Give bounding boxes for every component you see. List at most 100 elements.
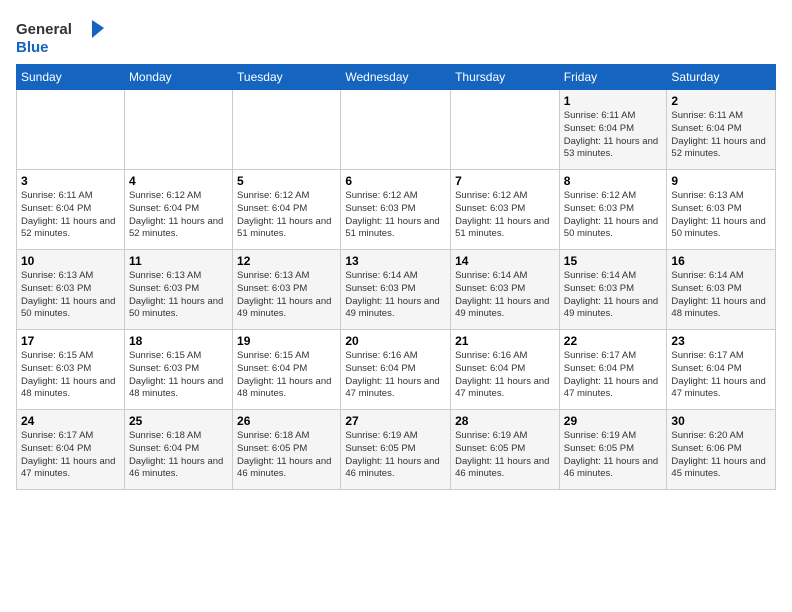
day-info: Sunrise: 6:17 AM Sunset: 6:04 PM Dayligh… <box>671 350 771 401</box>
day-info: Sunrise: 6:11 AM Sunset: 6:04 PM Dayligh… <box>564 110 663 161</box>
day-number: 21 <box>455 334 555 348</box>
calendar-cell: 27 Sunrise: 6:19 AM Sunset: 6:05 PM Dayli… <box>341 410 451 490</box>
weekday-header-wednesday: Wednesday <box>341 65 451 90</box>
calendar-cell: 5 Sunrise: 6:12 AM Sunset: 6:04 PM Daylig… <box>233 170 341 250</box>
day-number: 4 <box>129 174 228 188</box>
calendar-cell: 10Sunrise: 6:13 AM Sunset: 6:03 PM Dayli… <box>17 250 125 330</box>
calendar-cell: 28 Sunrise: 6:19 AM Sunset: 6:05 PM Dayli… <box>451 410 560 490</box>
calendar-cell: 23 Sunrise: 6:17 AM Sunset: 6:04 PM Dayli… <box>667 330 776 410</box>
calendar-cell: 20Sunrise: 6:16 AM Sunset: 6:04 PM Dayli… <box>341 330 451 410</box>
calendar-week-2: 3 Sunrise: 6:11 AM Sunset: 6:04 PM Daylig… <box>17 170 776 250</box>
weekday-header-friday: Friday <box>559 65 667 90</box>
weekday-header-thursday: Thursday <box>451 65 560 90</box>
day-number: 13 <box>345 254 446 268</box>
calendar-cell <box>233 90 341 170</box>
day-number: 29 <box>564 414 663 428</box>
day-info: Sunrise: 6:18 AM Sunset: 6:05 PM Dayligh… <box>237 430 336 481</box>
day-info: Sunrise: 6:14 AM Sunset: 6:03 PM Dayligh… <box>345 270 446 321</box>
day-info: Sunrise: 6:14 AM Sunset: 6:03 PM Dayligh… <box>671 270 771 321</box>
calendar-body: 1 Sunrise: 6:11 AM Sunset: 6:04 PM Daylig… <box>17 90 776 490</box>
day-number: 30 <box>671 414 771 428</box>
calendar-cell: 15 Sunrise: 6:14 AM Sunset: 6:03 PM Dayli… <box>559 250 667 330</box>
day-info: Sunrise: 6:17 AM Sunset: 6:04 PM Dayligh… <box>564 350 663 401</box>
calendar-week-4: 17Sunrise: 6:15 AM Sunset: 6:03 PM Dayli… <box>17 330 776 410</box>
logo: General Blue <box>16 16 106 56</box>
calendar-cell: 26Sunrise: 6:18 AM Sunset: 6:05 PM Dayli… <box>233 410 341 490</box>
weekday-header-monday: Monday <box>124 65 232 90</box>
calendar-cell: 21 Sunrise: 6:16 AM Sunset: 6:04 PM Dayli… <box>451 330 560 410</box>
calendar-cell: 25 Sunrise: 6:18 AM Sunset: 6:04 PM Dayli… <box>124 410 232 490</box>
day-info: Sunrise: 6:18 AM Sunset: 6:04 PM Dayligh… <box>129 430 228 481</box>
day-number: 18 <box>129 334 228 348</box>
day-number: 25 <box>129 414 228 428</box>
calendar-cell: 12 Sunrise: 6:13 AM Sunset: 6:03 PM Dayli… <box>233 250 341 330</box>
day-number: 7 <box>455 174 555 188</box>
weekday-header-tuesday: Tuesday <box>233 65 341 90</box>
calendar-cell: 22Sunrise: 6:17 AM Sunset: 6:04 PM Dayli… <box>559 330 667 410</box>
day-number: 12 <box>237 254 336 268</box>
weekday-header-saturday: Saturday <box>667 65 776 90</box>
day-info: Sunrise: 6:17 AM Sunset: 6:04 PM Dayligh… <box>21 430 120 481</box>
day-info: Sunrise: 6:19 AM Sunset: 6:05 PM Dayligh… <box>455 430 555 481</box>
day-info: Sunrise: 6:16 AM Sunset: 6:04 PM Dayligh… <box>455 350 555 401</box>
calendar-cell: 16 Sunrise: 6:14 AM Sunset: 6:03 PM Dayli… <box>667 250 776 330</box>
calendar-header-row: SundayMondayTuesdayWednesdayThursdayFrid… <box>17 65 776 90</box>
day-number: 3 <box>21 174 120 188</box>
day-info: Sunrise: 6:12 AM Sunset: 6:04 PM Dayligh… <box>237 190 336 241</box>
calendar-cell: 18 Sunrise: 6:15 AM Sunset: 6:03 PM Dayli… <box>124 330 232 410</box>
day-info: Sunrise: 6:15 AM Sunset: 6:03 PM Dayligh… <box>21 350 120 401</box>
day-number: 24 <box>21 414 120 428</box>
calendar-cell <box>124 90 232 170</box>
calendar-cell: 19 Sunrise: 6:15 AM Sunset: 6:04 PM Dayli… <box>233 330 341 410</box>
day-info: Sunrise: 6:20 AM Sunset: 6:06 PM Dayligh… <box>671 430 771 481</box>
calendar-cell <box>341 90 451 170</box>
calendar-cell: 13 Sunrise: 6:14 AM Sunset: 6:03 PM Dayli… <box>341 250 451 330</box>
day-number: 20 <box>345 334 446 348</box>
calendar-cell: 2Sunrise: 6:11 AM Sunset: 6:04 PM Daylig… <box>667 90 776 170</box>
day-info: Sunrise: 6:12 AM Sunset: 6:03 PM Dayligh… <box>455 190 555 241</box>
day-number: 6 <box>345 174 446 188</box>
day-info: Sunrise: 6:19 AM Sunset: 6:05 PM Dayligh… <box>345 430 446 481</box>
calendar-cell: 9 Sunrise: 6:13 AM Sunset: 6:03 PM Daylig… <box>667 170 776 250</box>
day-number: 8 <box>564 174 663 188</box>
day-info: Sunrise: 6:14 AM Sunset: 6:03 PM Dayligh… <box>564 270 663 321</box>
day-info: Sunrise: 6:11 AM Sunset: 6:04 PM Dayligh… <box>671 110 771 161</box>
calendar-cell: 3 Sunrise: 6:11 AM Sunset: 6:04 PM Daylig… <box>17 170 125 250</box>
day-number: 23 <box>671 334 771 348</box>
day-number: 16 <box>671 254 771 268</box>
day-number: 19 <box>237 334 336 348</box>
svg-text:General: General <box>16 21 72 38</box>
day-number: 28 <box>455 414 555 428</box>
calendar-cell: 7 Sunrise: 6:12 AM Sunset: 6:03 PM Daylig… <box>451 170 560 250</box>
weekday-header-sunday: Sunday <box>17 65 125 90</box>
day-info: Sunrise: 6:13 AM Sunset: 6:03 PM Dayligh… <box>237 270 336 321</box>
day-info: Sunrise: 6:14 AM Sunset: 6:03 PM Dayligh… <box>455 270 555 321</box>
logo-icon: General Blue <box>16 16 106 56</box>
calendar-week-3: 10 Sunrise: 6:13 AM Sunset: 6:03 PM Dayli… <box>17 250 776 330</box>
day-number: 1 <box>564 94 663 108</box>
day-number: 5 <box>237 174 336 188</box>
calendar-week-5: 24 Sunrise: 6:17 AM Sunset: 6:04 PM Dayli… <box>17 410 776 490</box>
day-number: 11 <box>129 254 228 268</box>
day-number: 14 <box>455 254 555 268</box>
day-number: 9 <box>671 174 771 188</box>
day-info: Sunrise: 6:15 AM Sunset: 6:03 PM Dayligh… <box>129 350 228 401</box>
day-number: 10 <box>21 254 120 268</box>
calendar-cell: 11 Sunrise: 6:13 AM Sunset: 6:03 PM Dayli… <box>124 250 232 330</box>
day-info: Sunrise: 6:19 AM Sunset: 6:05 PM Dayligh… <box>564 430 663 481</box>
calendar-cell <box>17 90 125 170</box>
day-number: 15 <box>564 254 663 268</box>
calendar-cell: 8 Sunrise: 6:12 AM Sunset: 6:03 PM Daylig… <box>559 170 667 250</box>
page-header: General Blue <box>16 16 776 56</box>
calendar-cell <box>451 90 560 170</box>
day-info: Sunrise: 6:15 AM Sunset: 6:04 PM Dayligh… <box>237 350 336 401</box>
day-info: Sunrise: 6:13 AM Sunset: 6:03 PM Dayligh… <box>129 270 228 321</box>
calendar-cell: 24 Sunrise: 6:17 AM Sunset: 6:04 PM Dayli… <box>17 410 125 490</box>
day-info: Sunrise: 6:13 AM Sunset: 6:03 PM Dayligh… <box>671 190 771 241</box>
calendar-cell: 17Sunrise: 6:15 AM Sunset: 6:03 PM Dayli… <box>17 330 125 410</box>
day-info: Sunrise: 6:11 AM Sunset: 6:04 PM Dayligh… <box>21 190 120 241</box>
day-info: Sunrise: 6:12 AM Sunset: 6:04 PM Dayligh… <box>129 190 228 241</box>
day-info: Sunrise: 6:12 AM Sunset: 6:03 PM Dayligh… <box>564 190 663 241</box>
calendar-cell: 1 Sunrise: 6:11 AM Sunset: 6:04 PM Daylig… <box>559 90 667 170</box>
day-number: 27 <box>345 414 446 428</box>
